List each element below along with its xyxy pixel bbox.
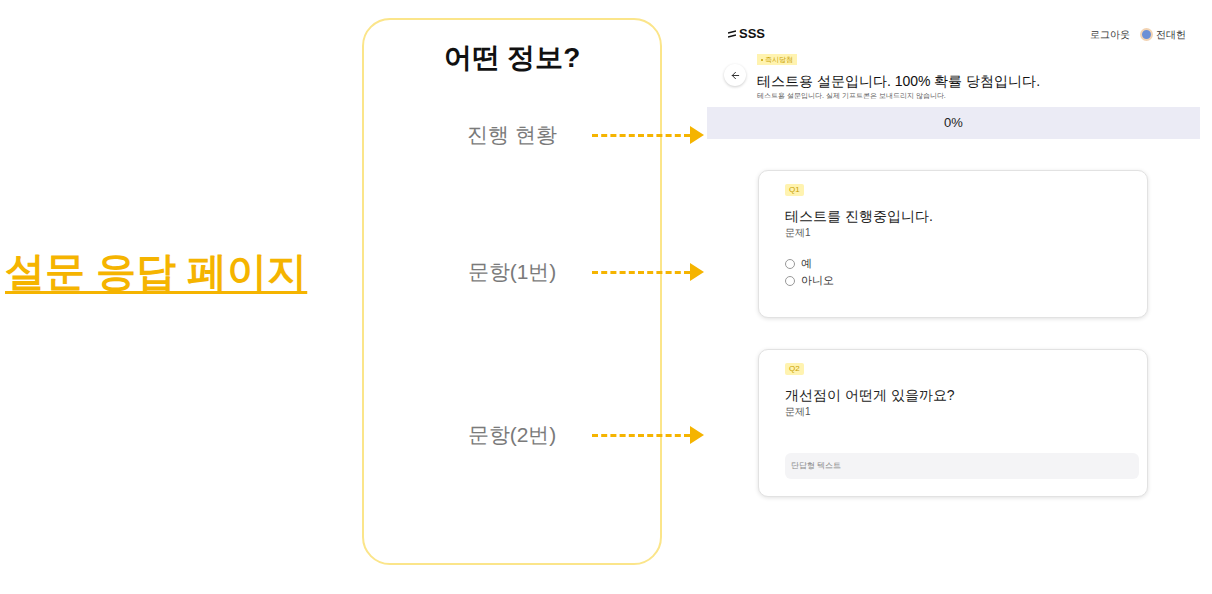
question-number-badge: Q1 xyxy=(785,184,804,196)
question-subtitle: 문제1 xyxy=(785,405,1121,419)
panel-heading: 어떤 정보? xyxy=(444,38,581,78)
dashed-arrow-icon xyxy=(592,426,704,444)
short-answer-input[interactable]: 단답형 텍스트 xyxy=(785,453,1139,479)
arrow-left-icon xyxy=(730,70,741,81)
instant-win-badge: 즉시당첨 xyxy=(757,54,797,65)
user-menu[interactable]: 전대헌 xyxy=(1140,27,1186,42)
badge-dot-icon xyxy=(761,59,763,61)
question-card: Q2 개선점이 어떤게 있을까요?문제1 단답형 텍스트 xyxy=(758,349,1148,497)
info-panel: 어떤 정보? 진행 현황문항(1번) 문항(2번) xyxy=(362,18,662,565)
back-button[interactable] xyxy=(724,64,746,86)
radio-option[interactable]: 아니오 xyxy=(785,274,1121,287)
question-number-badge: Q2 xyxy=(785,363,804,375)
panel-label: 진행 현황 xyxy=(364,120,660,150)
logo[interactable]: SSS xyxy=(728,24,765,44)
radio-circle-icon[interactable] xyxy=(785,276,795,286)
progress-bar: 0% xyxy=(707,107,1200,139)
dashed-arrow-icon xyxy=(592,263,704,281)
question-card: Q1 테스트를 진행중입니다.문제1 예아니오 xyxy=(758,170,1148,318)
panel-label: 문항(2번) xyxy=(364,420,660,450)
logo-icon xyxy=(728,30,736,38)
slide: 설문 응답 페이지 어떤 정보? 진행 현황문항(1번) 문항(2번) SSS 로그아웃 전… xyxy=(0,0,1212,594)
question-subtitle: 문제1 xyxy=(785,226,1121,240)
question-title: 개선점이 어떤게 있을까요? xyxy=(785,386,1121,404)
question-title: 테스트를 진행중입니다. xyxy=(785,207,1121,225)
logout-button[interactable]: 로그아웃 xyxy=(1090,27,1130,42)
survey-screen: SSS 로그아웃 전대헌즉시당첨테스트용 설문입니다. 100% 확률 당첨입니다.… xyxy=(707,0,1200,594)
survey-description: 테스트용 설문입니다. 실제 기프트콘은 보내드리지 않습니다. xyxy=(757,91,1040,101)
radio-circle-icon[interactable] xyxy=(785,259,795,269)
dashed-arrow-icon xyxy=(592,126,704,144)
survey-title: 테스트용 설문입니다. 100% 확률 당첨입니다. xyxy=(757,72,1040,90)
avatar-icon xyxy=(1140,28,1153,41)
panel-label: 문항(1번) xyxy=(364,257,660,287)
radio-option[interactable]: 예 xyxy=(785,257,1121,270)
slide-title: 설문 응답 페이지 xyxy=(5,245,307,297)
